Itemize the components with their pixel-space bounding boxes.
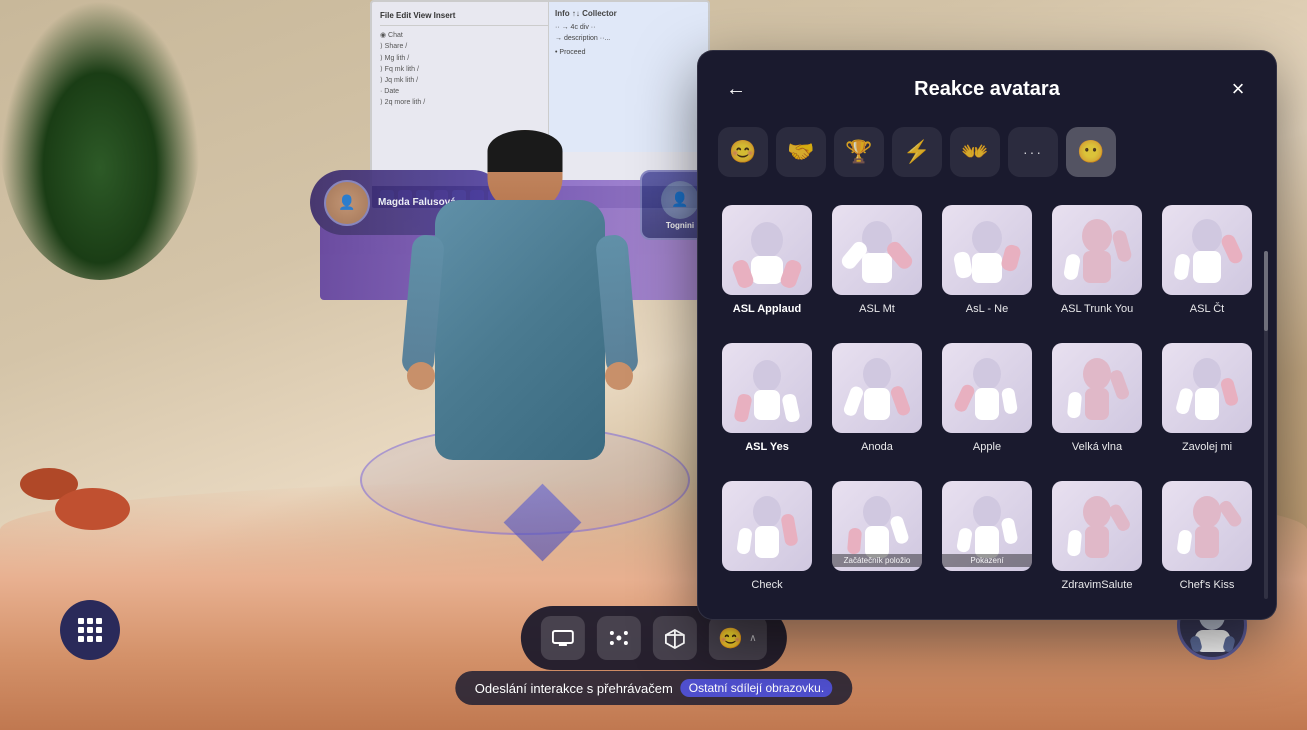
dialog-scrollbar-track[interactable] [1264, 251, 1268, 599]
reaction-zdravim-salute[interactable]: ZdravimSalute [1048, 473, 1146, 599]
dialog-title: Reakce avatara [754, 78, 1220, 101]
reaction-label-asl-ne: AsL - Ne [966, 303, 1008, 315]
main-avatar [390, 130, 660, 530]
reaction-label-zdravim-salute: ZdravimSalute [1062, 579, 1133, 591]
reaction-anoda[interactable]: Anoda [828, 335, 926, 461]
grid-dot [87, 627, 93, 633]
reaction-label-check: Check [751, 579, 782, 591]
toolbar-particles-btn[interactable] [596, 616, 640, 660]
reaction-thumb-asl-ne [942, 205, 1032, 295]
participant-avatar-1: 👤 [324, 180, 370, 226]
category-more-btn[interactable]: ··· [1008, 127, 1058, 177]
reaction-thumb-zacatecnik: Začátečník položio [832, 481, 922, 571]
participant-name-2: Tognini [666, 221, 694, 230]
reaction-pokazeni[interactable]: Pokazení [938, 473, 1036, 599]
reaction-asl-applaud[interactable]: ASL Applaud [718, 197, 816, 323]
reaction-asl-mt[interactable]: ASL Mt [828, 197, 926, 323]
grid-dot [78, 618, 84, 624]
notification-text: Odeslání interakce s přehrávačem [475, 681, 673, 696]
reaction-label-chefs-kiss: Chef's Kiss [1180, 579, 1235, 591]
emoji-chevron-icon: ∧ [749, 633, 756, 644]
reaction-label-asl-applaud: ASL Applaud [733, 303, 801, 315]
reaction-asl-yes[interactable]: ASL Yes [718, 335, 816, 461]
reaction-check[interactable]: Check [718, 473, 816, 599]
reaction-overlay-label-zacatecnik: Začátečník položio [832, 554, 922, 567]
toolbar-screen-btn[interactable] [540, 616, 584, 660]
reaction-thumb-velka-vlna [1052, 343, 1142, 433]
reaction-thumb-asl-trunk-you [1052, 205, 1142, 295]
reaction-zacatecnik[interactable]: Začátečník položio [828, 473, 926, 599]
grid-menu-button[interactable] [60, 600, 120, 660]
tree-decoration [0, 0, 200, 280]
reaction-asl-ne[interactable]: AsL - Ne [938, 197, 1036, 323]
reaction-label-asl-ct: ASL Čt [1190, 303, 1224, 315]
notification-bar: Odeslání interakce s přehrávačem Ostatní… [455, 671, 852, 705]
reaction-thumb-zdravim-salute [1052, 481, 1142, 571]
reaction-thumb-check [722, 481, 812, 571]
reaction-asl-trunk-you[interactable]: ASL Trunk You [1048, 197, 1146, 323]
toolbar-emoji-btn[interactable]: 😊 ∧ [708, 616, 766, 660]
reaction-label-velka-vlna: Velká vlna [1072, 441, 1122, 453]
reactions-grid: ASL Applaud ASL Mt [718, 197, 1256, 599]
reaction-thumb-pokazeni: Pokazení [942, 481, 1032, 571]
grid-dot [96, 636, 102, 642]
reaction-thumb-asl-yes [722, 343, 812, 433]
reaction-label-asl-trunk-you: ASL Trunk You [1061, 303, 1133, 315]
category-face-btn[interactable]: 😶 [1066, 127, 1116, 177]
grid-dot [96, 627, 102, 633]
category-row: 😊 🤝 🏆 ⚡ 👐 ··· 😶 [718, 127, 1256, 177]
reaction-thumb-apple [942, 343, 1032, 433]
reaction-zavolej-mi[interactable]: Zavolej mi [1158, 335, 1256, 461]
toolbar-box-btn[interactable] [652, 616, 696, 660]
reaction-thumb-asl-applaud [722, 205, 812, 295]
reaction-velka-vlna[interactable]: Velká vlna [1048, 335, 1146, 461]
reaction-label-asl-yes: ASL Yes [745, 441, 789, 453]
dialog-scrollbar-thumb[interactable] [1264, 251, 1268, 331]
ottoman-2 [55, 488, 130, 530]
reaction-chefs-kiss[interactable]: Chef's Kiss [1158, 473, 1256, 599]
grid-dot [96, 618, 102, 624]
dialog-close-button[interactable]: × [1220, 71, 1256, 107]
reaction-asl-ct[interactable]: ASL Čt [1158, 197, 1256, 323]
screen-content: File Edit View Insert ◉ Chat ⟩ Share / ⟩… [372, 2, 708, 117]
emoji-icon: 😊 [718, 626, 743, 651]
reaction-thumb-chefs-kiss [1162, 481, 1252, 571]
grid-dot [78, 627, 84, 633]
reaction-label-zavolej-mi: Zavolej mi [1182, 441, 1232, 453]
dialog-back-button[interactable]: ← [718, 71, 754, 107]
grid-icon [78, 618, 102, 642]
category-activity-btn[interactable]: ⚡ [892, 127, 942, 177]
category-gesture-btn[interactable]: 🤝 [776, 127, 826, 177]
reaction-thumb-asl-ct [1162, 205, 1252, 295]
reaction-apple[interactable]: Apple [938, 335, 1036, 461]
category-trophy-btn[interactable]: 🏆 [834, 127, 884, 177]
dialog-header: ← Reakce avatara × [718, 71, 1256, 107]
notification-badge: Ostatní sdílejí obrazovku. [681, 679, 832, 697]
category-emoji-btn[interactable]: 😊 [718, 127, 768, 177]
reaction-thumb-asl-mt [832, 205, 922, 295]
reaction-label-asl-mt: ASL Mt [859, 303, 895, 315]
grid-dot [78, 636, 84, 642]
reaction-thumb-anoda [832, 343, 922, 433]
reaction-label-anoda: Anoda [861, 441, 893, 453]
reaction-label-apple: Apple [973, 441, 1001, 453]
reaction-overlay-label-pokazeni: Pokazení [942, 554, 1032, 567]
category-hands-btn[interactable]: 👐 [950, 127, 1000, 177]
grid-dot [87, 618, 93, 624]
reakce-avatara-dialog: ← Reakce avatara × 😊 🤝 🏆 ⚡ 👐 ··· 😶 ASL A… [697, 50, 1277, 620]
reaction-thumb-zavolej-mi [1162, 343, 1252, 433]
grid-dot [87, 636, 93, 642]
